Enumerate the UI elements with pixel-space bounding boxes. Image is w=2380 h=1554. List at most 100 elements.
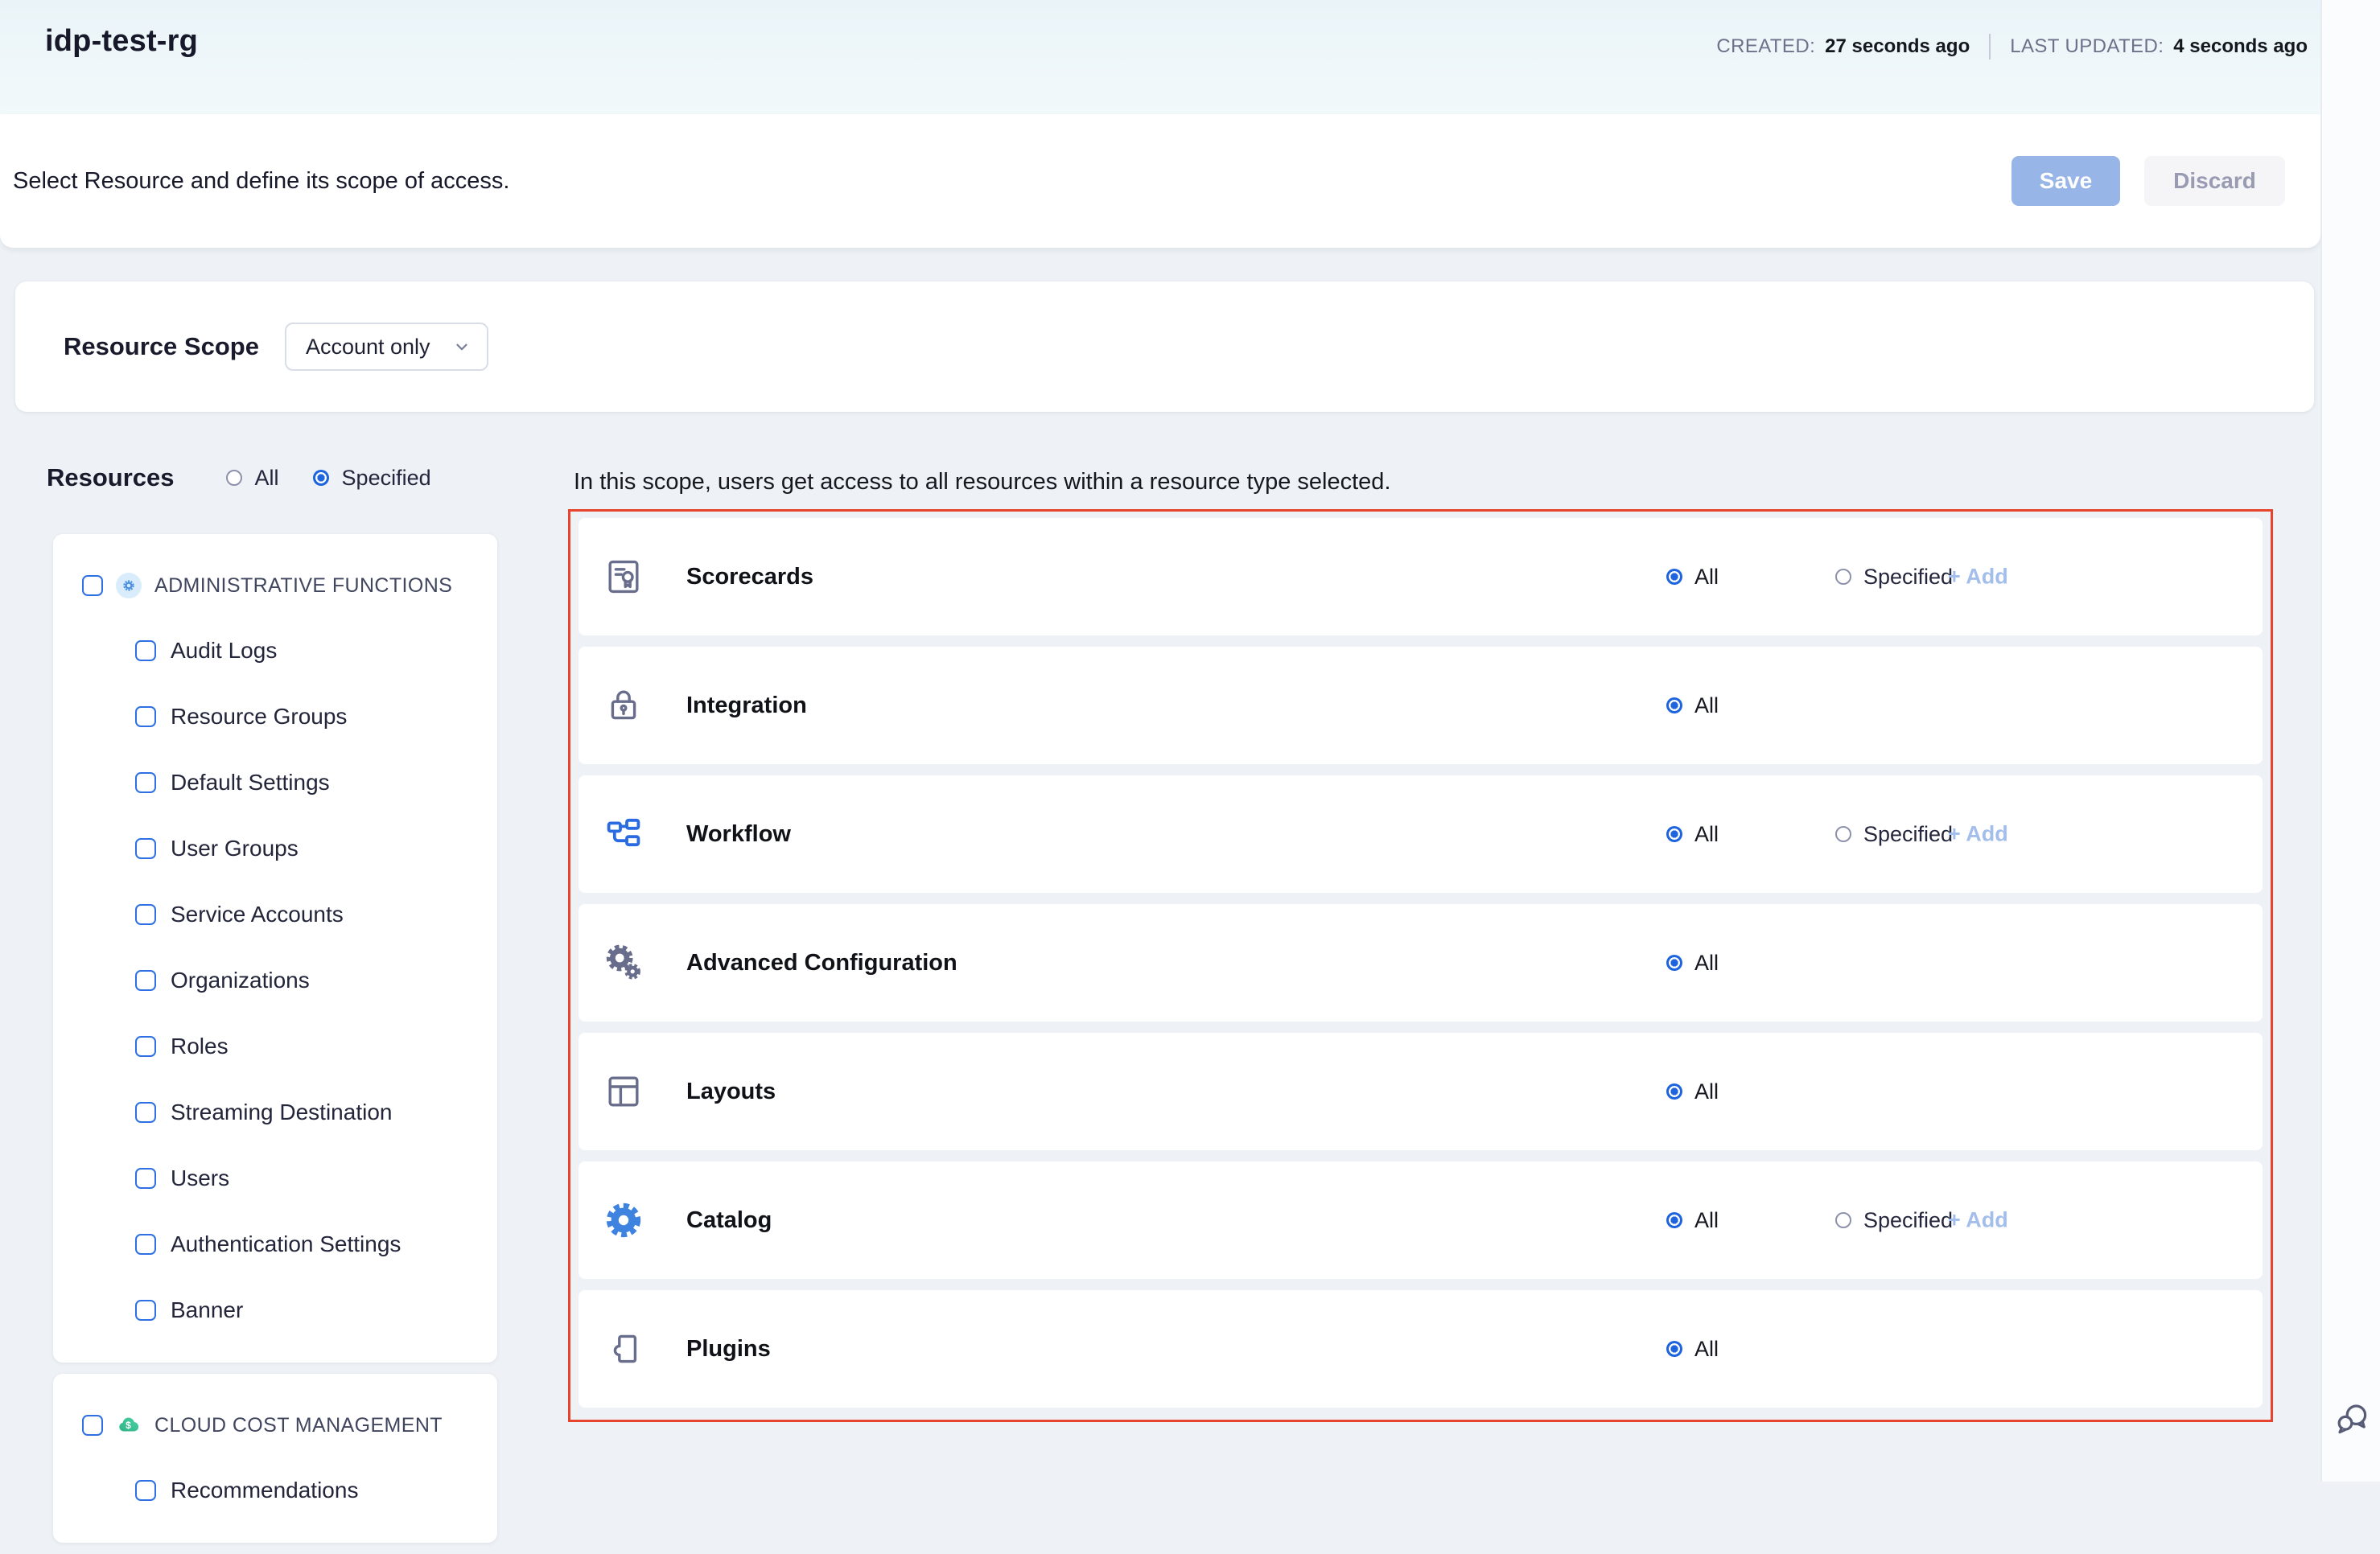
radio-all-icon[interactable] [1666,955,1682,971]
radio-all-icon[interactable] [1666,697,1682,713]
item-checkbox[interactable] [135,772,156,793]
advanced-config-gears-icon [604,944,643,982]
group-checkbox[interactable] [82,575,103,596]
resource-group-header: $ CLOUD COST MANAGEMENT [53,1393,497,1457]
item-checkbox[interactable] [135,904,156,925]
resource-type-label: Advanced Configuration [686,950,957,976]
radio-option-all[interactable]: All [1666,1079,1719,1104]
radio-option-specified[interactable]: Specified [1835,1208,1953,1233]
tree-item: Resource Groups [53,684,497,750]
chat-bubbles-icon[interactable] [2333,1400,2372,1438]
workflow-icon [604,815,643,853]
radio-option-specified[interactable]: Specified [1835,565,1953,590]
tree-item-label: Streaming Destination [171,1100,392,1125]
radio-option-all[interactable]: All [1666,1337,1719,1362]
radio-option-specified-label: Specified [1863,1208,1953,1233]
radio-option-specified-label: Specified [1863,822,1953,847]
tree-item-label: Organizations [171,968,310,993]
tree-item-label: Users [171,1166,229,1191]
resource-scope-label: Resource Scope [64,332,259,361]
item-checkbox[interactable] [135,1168,156,1189]
radio-specified-icon[interactable] [1835,826,1851,842]
resource-type-label: Plugins [686,1336,771,1363]
item-checkbox[interactable] [135,970,156,991]
item-checkbox[interactable] [135,1102,156,1123]
scorecards-icon [604,557,643,596]
tree-item: Recommendations [53,1457,497,1523]
radio-all-label: All [255,466,279,491]
discard-button[interactable]: Discard [2144,156,2285,206]
resources-radio-specified[interactable]: Specified [313,466,431,491]
resources-title: Resources [47,463,175,492]
toolbar-description: Select Resource and define its scope of … [13,168,509,195]
resources-tree: ADMINISTRATIVE FUNCTIONS Audit Logs Resour… [53,534,497,1554]
add-link[interactable]: + Add [1948,822,2008,847]
radio-all-icon[interactable] [226,470,242,486]
radio-all-icon[interactable] [1666,569,1682,585]
radio-option-all-label: All [1694,822,1719,847]
radio-all-icon[interactable] [1666,1341,1682,1357]
radio-option-all[interactable]: All [1666,565,1719,590]
resource-type-label: Scorecards [686,564,813,590]
resources-header: Resources All Specified [47,463,465,492]
resource-type-row: CatalogAllSpecified+ Add [579,1161,2263,1279]
resource-group-card: $ CLOUD COST MANAGEMENT Recommendations [53,1374,497,1543]
catalog-gear-icon [604,1201,643,1240]
item-checkbox[interactable] [135,838,156,859]
group-label: ADMINISTRATIVE FUNCTIONS [154,574,452,598]
svg-text:$: $ [126,1420,131,1431]
radio-option-all[interactable]: All [1666,951,1719,976]
resource-scope-value: Account only [306,335,430,360]
item-checkbox[interactable] [135,706,156,727]
group-label: CLOUD COST MANAGEMENT [154,1414,443,1437]
item-checkbox[interactable] [135,1300,156,1321]
group-checkbox[interactable] [82,1415,103,1436]
resource-group-header: ADMINISTRATIVE FUNCTIONS [53,553,497,618]
radio-option-all[interactable]: All [1666,822,1719,847]
tree-item: Streaming Destination [53,1079,497,1145]
radio-all-icon[interactable] [1666,1083,1682,1100]
radio-specified-icon[interactable] [1835,1212,1851,1228]
tree-item-label: Authentication Settings [171,1231,401,1257]
radio-option-all[interactable]: All [1666,693,1719,718]
scope-note: In this scope, users get access to all r… [574,469,1391,495]
tree-item: Roles [53,1013,497,1079]
item-checkbox[interactable] [135,640,156,661]
tree-item: Default Settings [53,750,497,816]
chevron-down-icon [453,338,471,356]
radio-option-all-label: All [1694,1208,1719,1233]
resource-scope-dropdown[interactable]: Account only [285,323,488,371]
tree-item: Users [53,1145,497,1211]
meta-info: CREATED: 27 seconds ago LAST UPDATED: 4 … [1716,34,2308,60]
add-link[interactable]: + Add [1948,1208,2008,1233]
save-button[interactable]: Save [2011,156,2120,206]
item-checkbox[interactable] [135,1480,156,1501]
layouts-icon [604,1072,643,1111]
radio-option-specified[interactable]: Specified [1835,822,1953,847]
page-header: idp-test-rg CREATED: 27 seconds ago LAST… [0,0,2320,114]
plugins-puzzle-icon [604,1330,643,1368]
action-toolbar: Select Resource and define its scope of … [0,114,2320,248]
tree-item: Authentication Settings [53,1211,497,1277]
radio-all-icon[interactable] [1666,1212,1682,1228]
item-checkbox[interactable] [135,1234,156,1255]
add-link[interactable]: + Add [1948,565,2008,590]
radio-option-all[interactable]: All [1666,1208,1719,1233]
radio-all-icon[interactable] [1666,826,1682,842]
resource-type-row: Scorecards All Specified+ Add [579,518,2263,635]
tree-item-label: Audit Logs [171,638,277,664]
tree-item-label: Default Settings [171,770,330,796]
resource-type-row: WorkflowAllSpecified+ Add [579,775,2263,893]
resource-type-row: Plugins All [579,1290,2263,1408]
tree-item-label: Banner [171,1297,243,1323]
updated-value: 4 seconds ago [2173,35,2308,58]
radio-option-all-label: All [1694,1337,1719,1362]
tree-item: User Groups [53,816,497,882]
tree-item: Service Accounts [53,882,497,948]
radio-specified-icon[interactable] [313,470,329,486]
tree-item-label: User Groups [171,836,299,861]
resources-radio-all[interactable]: All [226,466,279,491]
radio-specified-icon[interactable] [1835,569,1851,585]
item-checkbox[interactable] [135,1036,156,1057]
resource-types-container: ScorecardsAllSpecified+ Add IntegrationA… [568,509,2273,1422]
